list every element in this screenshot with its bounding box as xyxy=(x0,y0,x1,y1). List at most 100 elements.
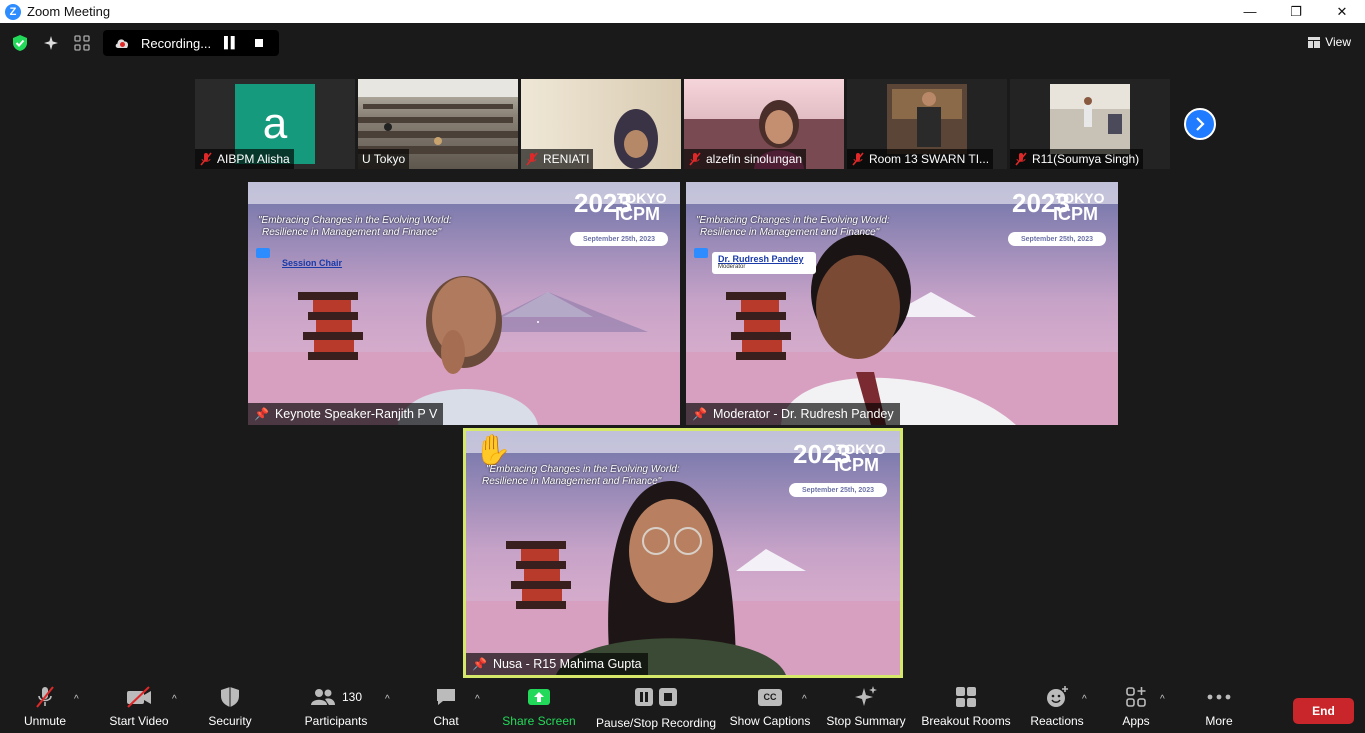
video-tile-active-speaker[interactable]: ✋ "Embracing Changes in the Evolving Wor… xyxy=(463,428,903,678)
cloud-record-icon xyxy=(115,39,129,48)
participant-name: Room 13 SWARN TI... xyxy=(847,149,994,169)
moderator-badge-role: Moderator xyxy=(718,264,746,270)
share-screen-icon xyxy=(528,689,550,705)
ai-summary-icon xyxy=(855,686,877,706)
zoom-logo-icon: Z xyxy=(5,3,21,20)
participant-name: alzefin sinolungan xyxy=(684,149,807,169)
meeting-toolbar: Unmute ^ Start Video ^ Security 130 Part… xyxy=(0,680,1365,733)
banner-quote-line1: "Embracing Changes in the Evolving World… xyxy=(696,215,890,226)
chat-options-caret[interactable]: ^ xyxy=(475,694,480,705)
recording-label: Recording... xyxy=(141,35,212,51)
meeting-top-bar: Recording... ▌▌ View xyxy=(0,23,1365,63)
start-video-button[interactable]: Start Video xyxy=(104,680,174,733)
banner-conf: ICPM xyxy=(834,455,879,475)
view-button[interactable]: View xyxy=(1308,35,1351,49)
captions-options-caret[interactable]: ^ xyxy=(802,694,807,705)
participants-options-caret[interactable]: ^ xyxy=(385,694,390,705)
stop-recording-icon[interactable] xyxy=(254,39,263,47)
apps-icon xyxy=(1126,687,1146,707)
mic-muted-icon xyxy=(852,152,864,166)
participants-button[interactable]: 130 Participants xyxy=(298,680,374,733)
participant-thumbnail[interactable]: alzefin sinolungan xyxy=(684,79,844,169)
shield-check-icon[interactable] xyxy=(10,33,30,53)
mic-muted-icon xyxy=(526,152,538,166)
banner-date: September 25th, 2023 xyxy=(1008,232,1106,246)
participant-name: AIBPM Alisha xyxy=(195,149,294,169)
view-label: View xyxy=(1325,35,1351,49)
unmute-button[interactable]: Unmute xyxy=(20,680,70,733)
pause-icon xyxy=(635,688,653,706)
banner-date: September 25th, 2023 xyxy=(570,232,668,246)
banner-quote-line2: Resilience in Management and Finance" xyxy=(700,227,880,238)
close-window-button[interactable]: ✕ xyxy=(1319,0,1365,23)
apps-grid-icon[interactable] xyxy=(72,33,92,53)
mic-muted-icon xyxy=(36,686,54,708)
chat-button[interactable]: Chat xyxy=(426,680,466,733)
unmute-options-caret[interactable]: ^ xyxy=(74,694,79,705)
mic-muted-icon xyxy=(200,152,212,166)
ai-companion-icon[interactable] xyxy=(41,33,61,53)
mic-muted-icon xyxy=(689,152,701,166)
shield-icon xyxy=(221,687,239,707)
pause-stop-recording-button[interactable]: Pause/Stop Recording xyxy=(596,680,716,733)
reactions-options-caret[interactable]: ^ xyxy=(1082,694,1087,705)
chevron-right-icon xyxy=(1196,117,1205,131)
participant-name: 📌 Moderator - Dr. Rudresh Pandey xyxy=(686,403,900,425)
participant-name: 📌 Keynote Speaker-Ranjith P V xyxy=(248,403,444,425)
minimize-button[interactable]: — xyxy=(1227,0,1273,23)
apps-options-caret[interactable]: ^ xyxy=(1160,694,1165,705)
stop-summary-button[interactable]: Stop Summary xyxy=(822,680,910,733)
participant-name: R11(Soumya Singh) xyxy=(1010,149,1144,169)
session-chair-badge: Session Chair xyxy=(282,258,343,268)
closed-captions-icon: CC xyxy=(758,688,782,706)
view-grid-icon xyxy=(1308,36,1321,48)
chat-icon xyxy=(437,689,455,705)
title-bar: Z Zoom Meeting — ❐ ✕ xyxy=(0,0,1365,23)
banner-date: September 25th, 2023 xyxy=(789,483,887,497)
maximize-button[interactable]: ❐ xyxy=(1273,0,1319,23)
breakout-rooms-icon xyxy=(956,687,976,707)
reactions-icon xyxy=(1047,686,1068,707)
video-tile-keynote[interactable]: "Embracing Changes in the Evolving World… xyxy=(248,182,680,425)
video-off-icon xyxy=(127,686,151,708)
security-button[interactable]: Security xyxy=(200,680,260,733)
banner-quote-line1: "Embracing Changes in the Evolving World… xyxy=(486,464,680,475)
recording-indicator: Recording... ▌▌ xyxy=(103,30,279,56)
raised-hand-icon: ✋ xyxy=(474,434,512,467)
banner-conf: ICPM xyxy=(615,204,660,224)
mic-muted-icon xyxy=(1015,152,1027,166)
stop-icon xyxy=(659,688,677,706)
participants-icon xyxy=(310,689,335,705)
more-button[interactable]: More xyxy=(1199,680,1239,733)
show-captions-button[interactable]: CC Show Captions xyxy=(728,680,812,733)
participant-thumbnail[interactable]: U Tokyo xyxy=(358,79,518,169)
pin-icon: 📌 xyxy=(692,407,707,421)
moderator-badge-name: Dr. Rudresh Pandey xyxy=(718,254,804,264)
participant-thumbnail[interactable]: RENIATI xyxy=(521,79,681,169)
video-tile-moderator[interactable]: "Embracing Changes in the Evolving World… xyxy=(686,182,1118,425)
share-screen-button[interactable]: Share Screen xyxy=(500,680,578,733)
end-meeting-button[interactable]: End xyxy=(1293,698,1354,724)
banner-quote-line1: "Embracing Changes in the Evolving World… xyxy=(258,215,452,226)
participant-thumbnail[interactable]: a AIBPM Alisha xyxy=(195,79,355,169)
pin-icon: 📌 xyxy=(254,407,269,421)
apps-button[interactable]: Apps xyxy=(1116,680,1156,733)
pin-icon: 📌 xyxy=(472,657,487,671)
participant-thumbnail[interactable]: R11(Soumya Singh) xyxy=(1010,79,1170,169)
participant-name: RENIATI xyxy=(521,149,594,169)
banner-quote-line2: Resilience in Management and Finance" xyxy=(482,476,662,487)
banner-conf: ICPM xyxy=(1053,204,1098,224)
participant-name: U Tokyo xyxy=(358,149,410,169)
next-page-button[interactable] xyxy=(1184,108,1216,140)
pause-recording-icon[interactable]: ▌▌ xyxy=(224,37,239,49)
participants-count: 130 xyxy=(341,690,363,704)
reactions-button[interactable]: Reactions xyxy=(1028,680,1086,733)
moderator-badge: Dr. Rudresh Pandey Moderator xyxy=(712,252,816,274)
banner-quote-line2: Resilience in Management and Finance" xyxy=(262,227,442,238)
breakout-rooms-button[interactable]: Breakout Rooms xyxy=(920,680,1012,733)
window-title: Zoom Meeting xyxy=(27,4,111,19)
participant-thumbnail[interactable]: Room 13 SWARN TI... xyxy=(847,79,1007,169)
video-options-caret[interactable]: ^ xyxy=(172,694,177,705)
more-icon xyxy=(1207,694,1231,700)
participant-name: 📌 Nusa - R15 Mahima Gupta xyxy=(466,653,648,675)
